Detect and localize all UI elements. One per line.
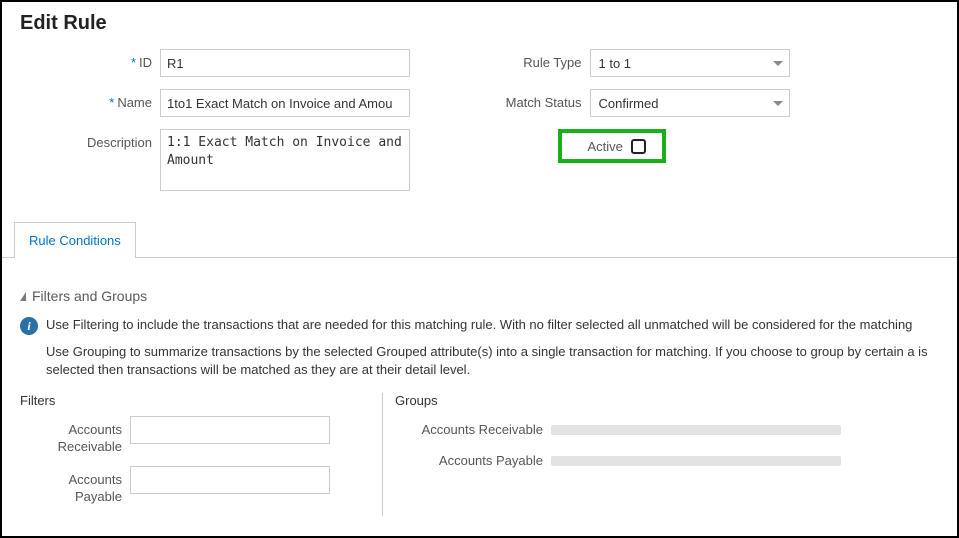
divider (382, 393, 383, 516)
tabs: Rule Conditions (2, 221, 957, 258)
filter-ar-select[interactable] (130, 416, 330, 444)
match-status-label: Match Status (480, 89, 590, 110)
group-ap-label: Accounts Payable (395, 447, 551, 468)
section-filters-groups[interactable]: Filters and Groups (20, 288, 939, 304)
filter-ap-label: Accounts Payable (20, 466, 130, 506)
group-ap-input[interactable] (551, 456, 841, 466)
match-status-value: Confirmed (599, 96, 659, 111)
collapse-icon (20, 292, 26, 301)
tab-rule-conditions[interactable]: Rule Conditions (14, 222, 136, 258)
info-icon: i (20, 317, 38, 335)
filter-ar-label: Accounts Receivable (20, 416, 130, 456)
page-title: Edit Rule (2, 2, 957, 41)
name-label: *Name (20, 89, 160, 110)
match-status-select[interactable]: Confirmed (590, 89, 790, 117)
rule-type-label: Rule Type (480, 49, 590, 70)
rule-type-value: 1 to 1 (599, 56, 632, 71)
filters-title: Filters (20, 393, 370, 408)
filter-ap-select[interactable] (130, 466, 330, 494)
chevron-down-icon (773, 61, 783, 66)
name-input[interactable] (160, 89, 410, 117)
description-input[interactable]: 1:1 Exact Match on Invoice and Amount (160, 129, 410, 191)
id-input[interactable] (160, 49, 410, 77)
info-filtering: Use Filtering to include the transaction… (46, 316, 912, 334)
active-checkbox[interactable] (631, 139, 646, 154)
active-highlight: Active (558, 129, 666, 163)
chevron-down-icon (773, 101, 783, 106)
tab-content: Filters and Groups i Use Filtering to in… (2, 258, 957, 526)
id-label: *ID (20, 49, 160, 70)
description-label: Description (20, 129, 160, 150)
info-grouping: Use Grouping to summarize transactions b… (46, 343, 939, 379)
active-label: Active (588, 139, 623, 154)
section-title: Filters and Groups (32, 288, 147, 304)
rule-type-select[interactable]: 1 to 1 (590, 49, 790, 77)
group-ar-label: Accounts Receivable (395, 416, 551, 437)
groups-title: Groups (395, 393, 895, 408)
form-area: *ID *Name Description 1:1 Exact Match on… (2, 41, 957, 221)
group-ar-input[interactable] (551, 425, 841, 435)
